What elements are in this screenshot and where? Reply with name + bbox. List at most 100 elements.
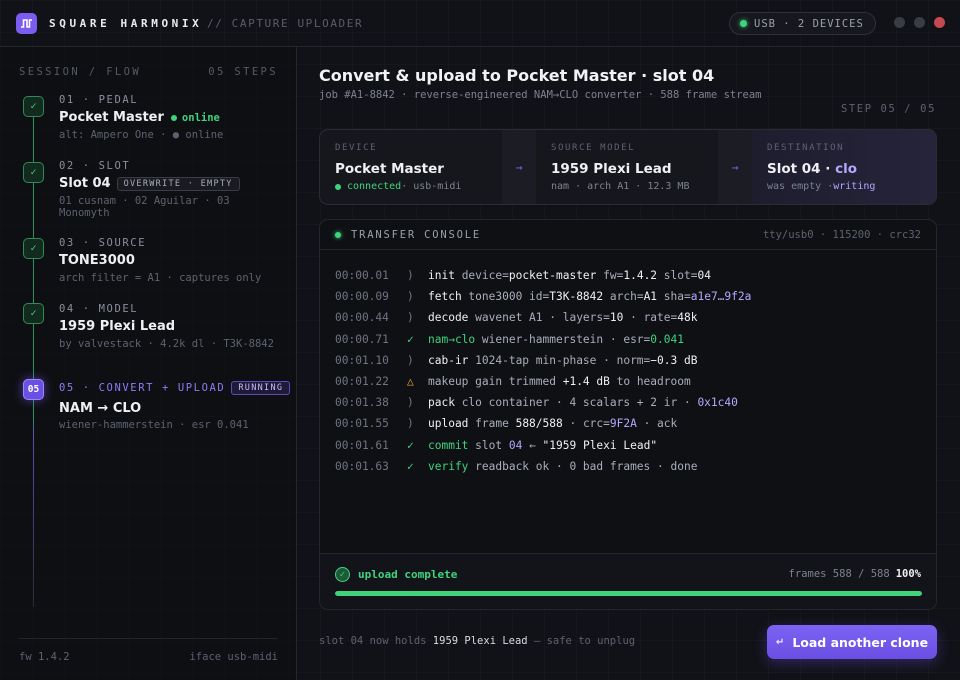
step-indicator: STEP 05 / 05: [840, 103, 936, 115]
console-port: tty/usb0 · 115200 · crc32: [762, 228, 921, 241]
online-dot-icon: [170, 114, 177, 121]
frames-percent: 100%: [895, 568, 921, 580]
pipeline-device[interactable]: DEVICE Pocket Master connected · usb-mid…: [320, 130, 502, 204]
main-panel: Convert & upload to Pocket Master · slot…: [297, 47, 960, 680]
log-line: 00:01.63 ✓ verify readback ok · 0 bad fram…: [335, 456, 925, 477]
usb-status-text: USB · 2 DEVICES: [754, 17, 864, 30]
log-command: pack: [428, 396, 455, 410]
upload-progress-bar: [335, 591, 922, 596]
log-command: init: [428, 269, 455, 283]
log-timestamp: 00:01.10: [335, 353, 389, 367]
prompt-icon: ): [407, 353, 414, 367]
step-title-text: Slot 04: [59, 176, 111, 191]
destination-detail: was empty · writing: [767, 181, 875, 192]
step-done-check-icon: ✓: [23, 96, 44, 117]
log-command: decode: [428, 311, 469, 325]
warning-triangle-icon: △: [407, 375, 414, 389]
step-title: Slot 04 OVERWRITE · EMPTY: [59, 176, 240, 191]
log-message: init device=pocket-master fw=1.4.2 slot=…: [428, 269, 711, 283]
log-command: upload: [428, 417, 469, 431]
connected-dot-icon: [335, 183, 341, 190]
prompt-icon: ): [407, 269, 414, 283]
log-line: 00:00.44) decode wavenet A1 · layers=10 ·…: [335, 307, 925, 328]
usb-connected-dot-icon: [740, 20, 747, 27]
step-kicker: 05 · CONVERT + UPLOAD RUNNING: [59, 381, 291, 395]
complete-check-icon: ✓: [335, 567, 350, 582]
source-name: 1959 Plexi Lead: [551, 161, 672, 177]
usb-status-pill[interactable]: USB · 2 DEVICES: [729, 12, 876, 35]
log-line: 00:00.01) init device=pocket-master fw=1.…: [335, 265, 925, 286]
step-subtext: wiener-hammerstein · esr 0.041: [59, 419, 249, 431]
step-title: Pocket Master online: [59, 110, 220, 125]
log-line: 00:01.61 ✓ commit slot 04 ← "1959 Plexi Le…: [335, 435, 925, 456]
step-active-number: 05: [23, 379, 44, 400]
device-connected-text: connected: [347, 181, 402, 192]
frames-text: frames 588 / 588: [788, 568, 890, 580]
log-timestamp: 00:00.44: [335, 311, 389, 325]
pipeline-destination[interactable]: DESTINATION Slot 04 · clo was empty · wr…: [752, 130, 936, 204]
upload-complete-label: upload complete: [358, 568, 458, 581]
device-detail: connected · usb-midi: [335, 181, 461, 192]
cta-label: Load another clone: [792, 634, 929, 650]
brand-name: SQUARE HARMONIX: [49, 17, 203, 30]
page-title: Convert & upload to Pocket Master · slot…: [319, 66, 715, 85]
firmware-version: fw 1.4.2: [19, 651, 70, 663]
maximize-window-button[interactable]: [914, 17, 925, 28]
step-done-check-icon: ✓: [23, 162, 44, 183]
note-model: 1959 Plexi Lead: [432, 635, 528, 647]
interface-type: iface usb-midi: [189, 651, 278, 663]
log-message: decode wavenet A1 · layers=10 · rate=48k: [428, 311, 698, 325]
console-log[interactable]: 00:00.01) init device=pocket-master fw=1.…: [335, 265, 925, 477]
console-title: TRANSFER CONSOLE: [335, 229, 481, 241]
device-name: Pocket Master: [335, 161, 444, 177]
overwrite-tag: OVERWRITE · EMPTY: [116, 176, 240, 191]
return-icon: ↵: [775, 636, 785, 648]
console-title-text: TRANSFER CONSOLE: [351, 228, 481, 241]
note-prefix: slot 04 now holds: [319, 635, 433, 647]
device-label: DEVICE: [335, 143, 378, 153]
log-command: nam→clo: [428, 332, 476, 346]
minimize-window-button[interactable]: [894, 17, 905, 28]
log-timestamp: 00:01.55: [335, 417, 389, 431]
log-line: 00:01.22 △ makeup gain trimmed +1.4 dB to …: [335, 371, 925, 392]
prompt-icon: ): [407, 290, 414, 304]
destination-value: Slot 04 · clo: [767, 161, 857, 177]
running-tag: RUNNING: [231, 381, 291, 395]
sidebar-header: SESSION / FLOW 05 STEPS: [19, 66, 278, 78]
step-title: 1959 Plexi Lead: [59, 319, 176, 334]
transfer-console: TRANSFER CONSOLE tty/usb0 · 115200 · crc…: [319, 219, 937, 610]
load-another-clone-button[interactable]: ↵ Load another clone: [767, 625, 937, 659]
console-header: TRANSFER CONSOLE tty/usb0 · 115200 · crc…: [320, 220, 936, 250]
log-message: fetch tone3000 id=T3K-8842 arch=A1 sha=a…: [428, 290, 752, 304]
pipeline-source-model[interactable]: SOURCE MODEL 1959 Plexi Lead nam · arch …: [536, 130, 718, 204]
step-kicker: 04 · MODEL: [59, 303, 139, 315]
log-timestamp: 00:01.63: [335, 459, 389, 473]
log-timestamp: 00:01.61: [335, 438, 389, 452]
log-line: 00:01.55) upload frame 588/588 · crc=9F2A…: [335, 413, 925, 434]
log-message: commit slot 04 ← "1959 Plexi Lead": [428, 438, 658, 452]
upload-progress-fill: [335, 591, 922, 596]
check-icon: ✓: [407, 438, 414, 452]
transfer-pipeline: DEVICE Pocket Master connected · usb-mid…: [319, 129, 937, 205]
log-message: upload frame 588/588 · crc=9F2A · ack: [428, 417, 678, 431]
log-message: nam→clo wiener-hammerstein · esr=0.041: [428, 332, 684, 346]
note-suffix: — safe to unplug: [527, 635, 636, 647]
log-timestamp: 00:01.22: [335, 375, 389, 389]
check-icon: ✓: [407, 332, 414, 346]
step-title: NAM → CLO: [59, 401, 142, 416]
log-command: cab-ir: [428, 353, 469, 367]
title-bar: SQUARE HARMONIX // CAPTURE UPLOADER USB …: [0, 0, 960, 47]
step-subtext: alt: Ampero One · ● online: [59, 129, 224, 141]
arrow-right-icon: →: [718, 130, 752, 204]
log-command: verify: [428, 459, 469, 473]
destination-slot: Slot 04 ·: [767, 161, 836, 177]
device-interface-text: · usb-midi: [401, 181, 462, 192]
step-done-check-icon: ✓: [23, 303, 44, 324]
step-kicker: 01 · PEDAL: [59, 94, 139, 106]
step-subtext: arch filter = A1 · captures only: [59, 272, 262, 284]
completion-note: slot 04 now holds 1959 Plexi Lead — safe…: [319, 635, 635, 647]
sidebar-footer: fw 1.4.2 iface usb-midi: [19, 638, 278, 663]
console-footer: ✓ upload complete frames 588 / 588 100%: [320, 553, 936, 609]
close-window-button[interactable]: [934, 17, 945, 28]
log-message: cab-ir 1024-tap min-phase · norm=−0.3 dB: [428, 353, 698, 367]
